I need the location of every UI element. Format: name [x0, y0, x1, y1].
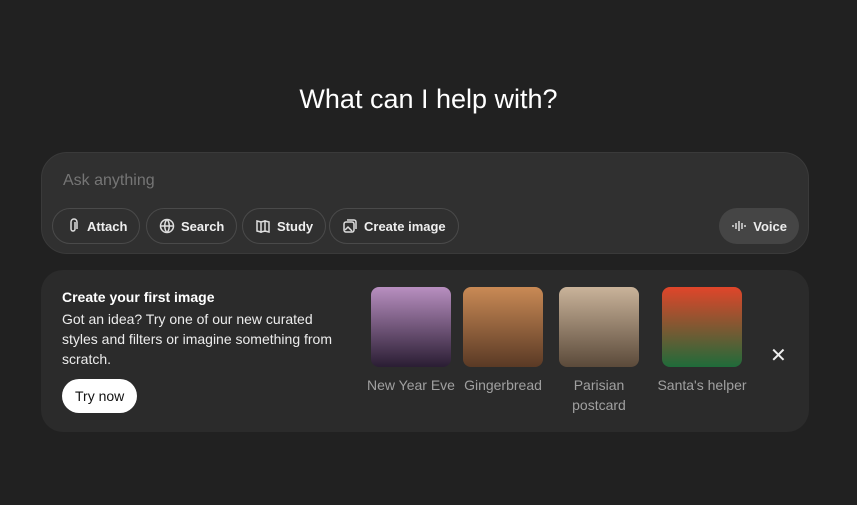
- style-thumbnail: [371, 287, 451, 367]
- style-thumbnail: [463, 287, 543, 367]
- style-thumbnail: [559, 287, 639, 367]
- create-image-promo: Create your first image Got an idea? Try…: [41, 270, 809, 432]
- waveform-icon: [732, 221, 747, 231]
- style-new-year-eve[interactable]: New Year Eve: [367, 287, 455, 395]
- page-title: What can I help with?: [299, 84, 558, 114]
- style-gingerbread[interactable]: Gingerbread: [459, 287, 547, 395]
- globe-icon: [159, 218, 175, 234]
- paperclip-icon: [70, 218, 78, 232]
- attach-button[interactable]: Attach: [52, 208, 141, 244]
- promo-title: Create your first image: [62, 289, 215, 305]
- style-santas-helper[interactable]: Santa's helper: [657, 287, 747, 395]
- book-icon: [256, 220, 270, 233]
- try-now-button[interactable]: Try now: [62, 379, 138, 413]
- composer: Attach Search Study Create image Voice: [41, 152, 809, 254]
- promo-description: Got an idea? Try one of our new curated …: [62, 311, 332, 367]
- create-image-button[interactable]: Create image: [329, 208, 459, 244]
- close-icon[interactable]: ✕: [770, 343, 787, 368]
- prompt-input[interactable]: [63, 172, 663, 190]
- search-button[interactable]: Search: [146, 208, 238, 244]
- style-thumbnail: [662, 287, 742, 367]
- voice-button[interactable]: Voice: [719, 208, 799, 244]
- image-icon: [343, 219, 357, 233]
- style-parisian-postcard[interactable]: Parisian postcard: [555, 287, 643, 415]
- study-button[interactable]: Study: [242, 208, 327, 244]
